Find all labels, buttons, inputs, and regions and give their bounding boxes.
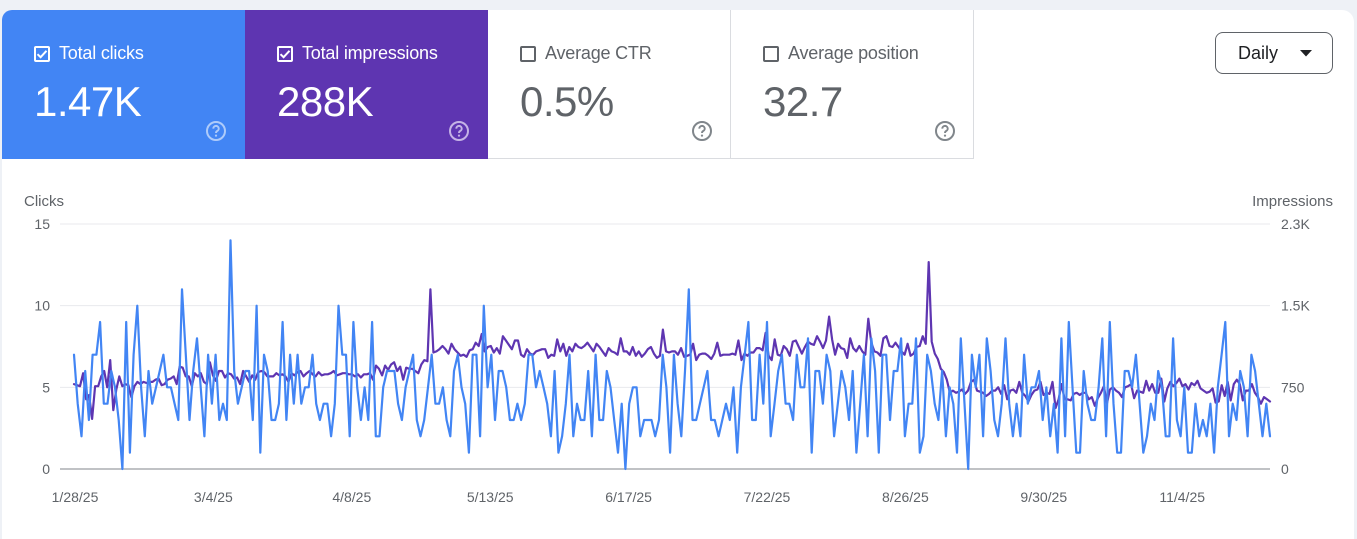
x-tick-label: 5/13/25: [467, 489, 514, 505]
x-tick-label: 9/30/25: [1020, 489, 1067, 505]
x-tick-label: 7/22/25: [744, 489, 791, 505]
x-tick-label: 11/4/25: [1159, 489, 1205, 505]
performance-chart: 0 5 10 15 0 750 1.5K 2.3K 1/28/25 3/4/25 4/8/25 5…: [34, 216, 1310, 505]
x-tick-label: 8/26/25: [882, 489, 929, 505]
performance-panel: Total clicks 1.47K Total impressions 288…: [2, 10, 1354, 539]
right-tick-label: 2.3K: [1281, 216, 1310, 232]
series-line-clicks: [72, 239, 1272, 471]
chart-series: [72, 239, 1272, 471]
left-tick-label: 5: [42, 379, 50, 395]
x-tick-label: 6/17/25: [605, 489, 652, 505]
left-tick-label: 10: [34, 298, 50, 314]
x-tick-label: 1/28/25: [52, 489, 99, 505]
left-axis-ticks: 0 5 10 15: [34, 216, 50, 477]
right-axis-ticks: 0 750 1.5K 2.3K: [1281, 216, 1310, 477]
right-tick-label: 0: [1281, 461, 1289, 477]
x-axis-ticks: 1/28/25 3/4/25 4/8/25 5/13/25 6/17/25 7/22/25…: [52, 489, 1206, 505]
right-tick-label: 750: [1281, 379, 1305, 395]
left-tick-label: 0: [42, 461, 50, 477]
x-tick-label: 4/8/25: [332, 489, 371, 505]
left-tick-label: 15: [34, 216, 50, 232]
x-tick-label: 3/4/25: [194, 489, 233, 505]
right-tick-label: 1.5K: [1281, 298, 1310, 314]
